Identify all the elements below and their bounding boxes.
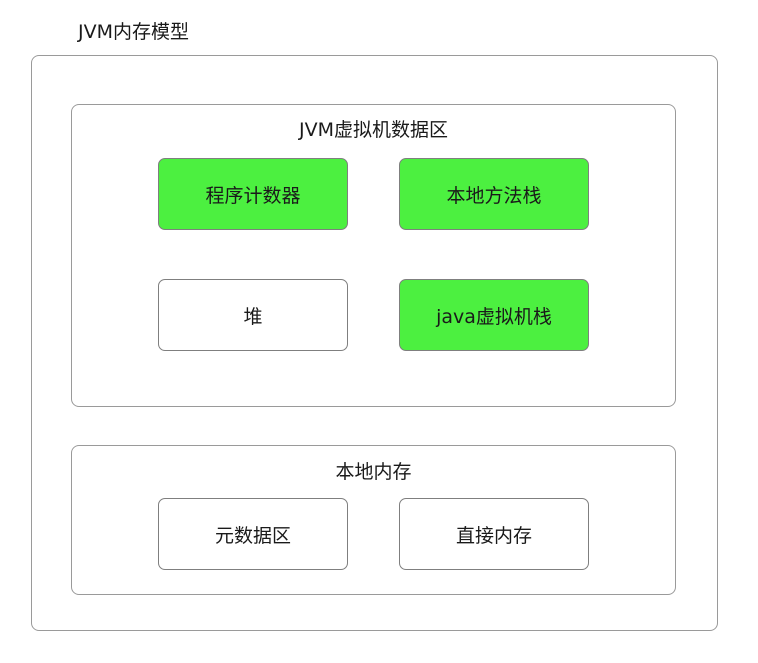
jvm-data-area-label: JVM虚拟机数据区 [299,119,448,141]
native-memory-label: 本地内存 [335,461,412,483]
direct-memory-block: 直接内存 [399,498,589,570]
native-method-stack-block: 本地方法栈 [399,158,589,230]
jvm-data-area-region: JVM虚拟机数据区 [71,104,676,407]
program-counter-block: 程序计数器 [158,158,348,230]
heap-block: 堆 [158,279,348,351]
diagram-title: JVM内存模型 [78,21,189,43]
metaspace-block: 元数据区 [158,498,348,570]
java-vm-stack-block: java虚拟机栈 [399,279,589,351]
